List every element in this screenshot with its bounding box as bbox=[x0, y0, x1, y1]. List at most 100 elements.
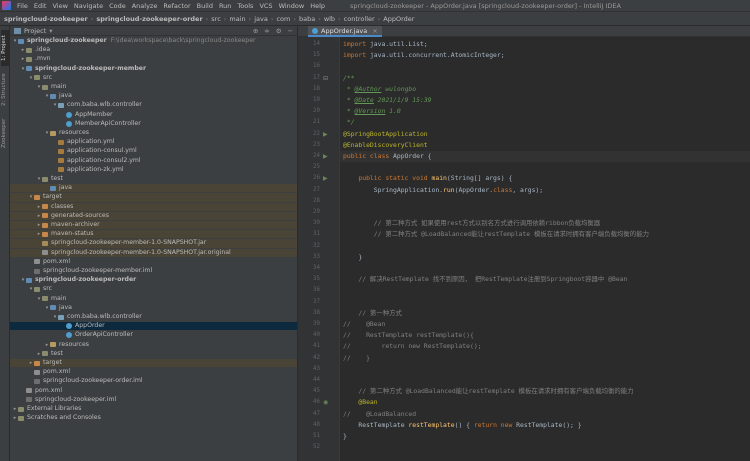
tree-item[interactable]: ▾ springcloud-zookeeper-order bbox=[10, 276, 297, 284]
hide-icon[interactable]: − bbox=[288, 27, 293, 35]
dropdown-icon[interactable]: ▾ bbox=[49, 27, 52, 35]
fold-gutter-icon[interactable]: ⊟ bbox=[323, 73, 328, 84]
tree-item[interactable]: AppOrder bbox=[10, 322, 297, 331]
tree-item[interactable]: application.yml bbox=[10, 138, 297, 146]
breadcrumb-item[interactable]: wlb bbox=[324, 15, 335, 23]
breadcrumb-item[interactable]: com bbox=[276, 15, 290, 23]
editor-gutter[interactable]: 14 15 16 17 ⊟ 18 19 20 21 22 ▶ 23 24 ▶ 25 26 ▶ 27 28 29 30 31… bbox=[298, 37, 340, 461]
project-panel-title[interactable]: Project bbox=[24, 27, 46, 35]
gear-icon[interactable]: ⚙ bbox=[276, 27, 282, 35]
locate-icon[interactable]: ⊕ bbox=[253, 27, 258, 35]
code-line[interactable]: * @Author wulongbo bbox=[343, 84, 416, 95]
code-line[interactable]: * @Version 1.0 bbox=[343, 106, 401, 117]
code-line[interactable]: SpringApplication.run(AppOrder.class, ar… bbox=[343, 185, 543, 196]
code-line[interactable]: import java.util.concurrent.AtomicIntege… bbox=[343, 50, 505, 61]
tree-item[interactable]: springcloud-zookeeper.iml bbox=[10, 396, 297, 404]
code-line[interactable]: */ bbox=[343, 117, 355, 128]
tree-item[interactable]: springcloud-zookeeper-member-1.0-SNAPSHO… bbox=[10, 248, 297, 257]
menu-item-vcs[interactable]: VCS bbox=[256, 0, 275, 12]
code-line[interactable]: // return new RestTemplate(); bbox=[343, 341, 482, 352]
breadcrumb-item[interactable]: main bbox=[229, 15, 245, 23]
code-line[interactable]: // 第二种方式 @LoadBalanced能让restTemplate 模板在… bbox=[343, 386, 633, 397]
tree-item[interactable]: ▾ src bbox=[10, 285, 297, 293]
code-line[interactable]: @SpringBootApplication bbox=[343, 129, 428, 140]
breadcrumb-item[interactable]: springcloud-zookeeper-order bbox=[96, 15, 202, 23]
tree-item[interactable]: ▾ java bbox=[10, 304, 297, 312]
code-line[interactable]: @EnableDiscoveryClient bbox=[343, 140, 428, 151]
code-line[interactable]: // 第一种方式 bbox=[343, 308, 402, 319]
tree-item[interactable]: ▾ springcloud-zookeeper-member bbox=[10, 65, 297, 73]
tree-item[interactable]: pom.xml bbox=[10, 387, 297, 395]
code-line[interactable]: // @Bean bbox=[343, 319, 385, 330]
menu-item-build[interactable]: Build bbox=[194, 0, 216, 12]
tree-item[interactable]: ▸ target bbox=[10, 359, 297, 368]
menu-item-window[interactable]: Window bbox=[276, 0, 308, 12]
tree-item[interactable]: ▸ maven-status bbox=[10, 230, 297, 239]
tree-item[interactable]: application-zk.yml bbox=[10, 166, 297, 174]
menu-item-refactor[interactable]: Refactor bbox=[160, 0, 193, 12]
tree-item[interactable]: ▾ test bbox=[10, 175, 297, 183]
tree-item[interactable]: ▸ test bbox=[10, 350, 297, 358]
code-line[interactable]: /** bbox=[343, 73, 355, 84]
tree-item[interactable]: MemberApiController bbox=[10, 120, 297, 128]
code-line[interactable]: } bbox=[343, 252, 362, 263]
menu-item-tools[interactable]: Tools bbox=[234, 0, 256, 12]
breadcrumb-item[interactable]: controller bbox=[344, 15, 375, 23]
tree-item[interactable]: java bbox=[10, 184, 297, 193]
code-line[interactable]: public class AppOrder { bbox=[340, 151, 750, 162]
tree-item[interactable]: ▸ resources bbox=[10, 341, 297, 349]
tree-item[interactable]: ▾ src bbox=[10, 74, 297, 82]
tree-item[interactable]: springcloud-zookeeper-member-1.0-SNAPSHO… bbox=[10, 239, 297, 248]
tree-item[interactable]: ▸ External Libraries bbox=[10, 405, 297, 413]
code-line[interactable]: RestTemplate restTemplate() { return new… bbox=[343, 420, 581, 431]
close-icon[interactable]: × bbox=[372, 27, 377, 35]
breadcrumb-item[interactable]: java bbox=[254, 15, 268, 23]
code-line[interactable]: } bbox=[343, 431, 347, 442]
code-line[interactable]: * @Date 2021/1/9 15:39 bbox=[343, 95, 432, 106]
tree-item[interactable]: springcloud-zookeeper-member.iml bbox=[10, 267, 297, 275]
tree-item[interactable]: ▾ target bbox=[10, 193, 297, 202]
code-editor[interactable]: import java.util.List; import java.util.c… bbox=[340, 37, 750, 461]
breadcrumb-item[interactable]: springcloud-zookeeper bbox=[4, 15, 88, 23]
run-gutter-icon[interactable]: ▶ bbox=[323, 151, 328, 162]
menu-item-help[interactable]: Help bbox=[307, 0, 328, 12]
bean-gutter-icon[interactable]: ◉ bbox=[323, 397, 328, 408]
tree-item[interactable]: ▾ springcloud-zookeeper F:\idea\workspace\… bbox=[10, 37, 297, 45]
tree-item[interactable]: ▸ generated-sources bbox=[10, 211, 297, 220]
tree-item[interactable]: ▸ maven-archiver bbox=[10, 221, 297, 230]
menu-item-view[interactable]: View bbox=[49, 0, 70, 12]
code-line[interactable]: // } bbox=[343, 353, 370, 364]
menu-item-analyze[interactable]: Analyze bbox=[129, 0, 161, 12]
breadcrumb-item[interactable]: src bbox=[211, 15, 221, 23]
code-line[interactable]: // 解决RestTemplate 找不到原因， 把RestTemplate注册… bbox=[343, 274, 627, 285]
tree-item[interactable]: ▾ main bbox=[10, 83, 297, 91]
tree-item[interactable]: OrderApiController bbox=[10, 331, 297, 339]
menu-item-run[interactable]: Run bbox=[216, 0, 234, 12]
menu-item-navigate[interactable]: Navigate bbox=[71, 0, 106, 12]
tree-item[interactable]: AppMember bbox=[10, 111, 297, 119]
tree-item[interactable]: ▾ java bbox=[10, 92, 297, 100]
tab-zookeeper[interactable]: Zookeeper bbox=[1, 116, 9, 150]
code-line[interactable]: public static void main(String[] args) { bbox=[343, 173, 512, 184]
editor-tab-apporder[interactable]: AppOrder.java × bbox=[308, 26, 382, 37]
menu-item-code[interactable]: Code bbox=[106, 0, 129, 12]
tree-item[interactable]: pom.xml bbox=[10, 258, 297, 266]
tree-item[interactable]: springcloud-zookeeper-order.iml bbox=[10, 377, 297, 385]
code-line[interactable]: // 第二种方式 @LoadBalanced能让restTemplate 模板在… bbox=[343, 229, 649, 240]
tab-structure[interactable]: 2: Structure bbox=[1, 70, 9, 110]
tab-project[interactable]: 1: Project bbox=[1, 30, 9, 66]
code-line[interactable]: // 第二种方式 如果使用rest方式以别名方式进行调用依赖ribbon负载均衡… bbox=[343, 218, 600, 229]
tree-item[interactable]: ▾ main bbox=[10, 295, 297, 303]
breadcrumb-item[interactable]: AppOrder bbox=[383, 15, 414, 23]
editor-scrollbar[interactable] bbox=[744, 37, 750, 461]
tree-item[interactable]: ▾ com.baba.wlb.controller bbox=[10, 101, 297, 109]
code-line[interactable]: // RestTemplate restTemplate(){ bbox=[343, 330, 474, 341]
tree-item[interactable]: application-consul.yml bbox=[10, 147, 297, 155]
code-line[interactable]: @Bean bbox=[343, 397, 377, 408]
tree-item[interactable]: ▸ Scratches and Consoles bbox=[10, 414, 297, 422]
breadcrumb-item[interactable]: baba bbox=[299, 15, 315, 23]
tree-item[interactable]: ▸ .idea bbox=[10, 46, 297, 54]
tree-item[interactable]: ▸ .mvn bbox=[10, 55, 297, 63]
collapse-icon[interactable]: ≑ bbox=[264, 27, 269, 35]
tree-item[interactable]: ▾ com.baba.wlb.controller bbox=[10, 313, 297, 321]
